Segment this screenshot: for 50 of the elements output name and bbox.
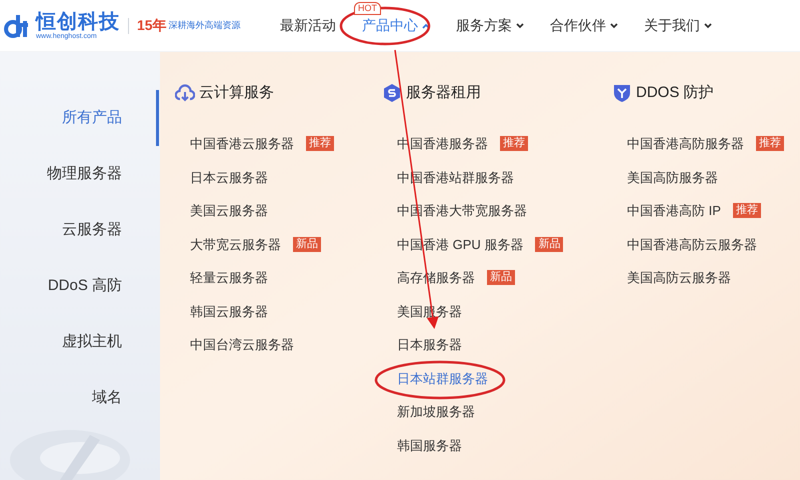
column-heading: 服务器租用 (406, 82, 481, 103)
product-link[interactable]: 美国高防服务器 (627, 168, 718, 187)
logo-name: 恒创科技 (36, 12, 120, 32)
nav-link[interactable]: 合作伙伴 (550, 15, 618, 36)
caret-up-icon (422, 22, 430, 28)
tag: 新品 (535, 236, 564, 252)
product-link[interactable]: 中国香港云服务器 (190, 134, 294, 154)
product-link[interactable]: 大带宽云服务器 (190, 234, 281, 254)
nav-link[interactable]: 服务方案 (456, 15, 524, 36)
product-link[interactable]: 日本服务器 (397, 335, 462, 354)
product-link[interactable]: 轻量云服务器 (190, 268, 268, 288)
tag: 推荐 (306, 136, 334, 152)
active-indicator (156, 90, 159, 146)
nav-link[interactable]: 关于我们 (644, 15, 712, 36)
tag: 新品 (487, 270, 515, 286)
s-logo-icon (382, 83, 402, 103)
hot-badge: HOT (354, 2, 381, 15)
sidebar-item[interactable]: 虚拟主机 (62, 330, 122, 354)
sidebar-item[interactable]: DDoS 高防 (48, 274, 122, 298)
product-link[interactable]: 美国云服务器 (190, 201, 268, 220)
slogan: 深耕海外高端资源 (168, 18, 241, 32)
tag: 推荐 (500, 136, 528, 152)
nav-link[interactable]: 最新活动 (280, 15, 336, 36)
product-link[interactable]: 日本站群服务器 (397, 368, 488, 388)
product-link[interactable]: 中国香港 GPU 服务器 (397, 234, 524, 254)
cloud-icon (175, 83, 195, 103)
shield-icon (612, 83, 632, 103)
product-link[interactable]: 韩国服务器 (397, 436, 462, 455)
years-label: 15年 (137, 16, 167, 35)
tag: 推荐 (756, 136, 784, 152)
product-link[interactable]: 中国香港高防 IP (627, 201, 721, 220)
product-link[interactable]: 韩国云服务器 (190, 302, 268, 321)
caret-down-icon (610, 22, 618, 28)
product-link[interactable]: 日本云服务器 (190, 168, 268, 187)
column-heading: 云计算服务 (199, 82, 274, 103)
caret-down-icon (516, 22, 524, 28)
product-link[interactable]: 中国香港高防云服务器 (627, 234, 757, 254)
tag: 推荐 (732, 203, 761, 218)
product-link[interactable]: 美国高防云服务器 (627, 268, 731, 288)
sidebar-item[interactable]: 云服务器 (62, 218, 122, 242)
product-link[interactable]: 新加坡服务器 (397, 402, 475, 422)
sidebar-item[interactable]: 所有产品 (62, 106, 122, 130)
sidebar-item[interactable]: 物理服务器 (47, 162, 122, 186)
sidebar-item[interactable]: 域名 (92, 386, 122, 410)
caret-down-icon (704, 22, 712, 28)
tag: 新品 (293, 236, 321, 252)
product-link[interactable]: 中国香港高防服务器 (627, 134, 744, 154)
nav-link[interactable]: 产品中心 (362, 15, 430, 36)
column-heading: DDOS 防护 (636, 82, 714, 103)
product-link[interactable]: 中国台湾云服务器 (190, 335, 294, 354)
